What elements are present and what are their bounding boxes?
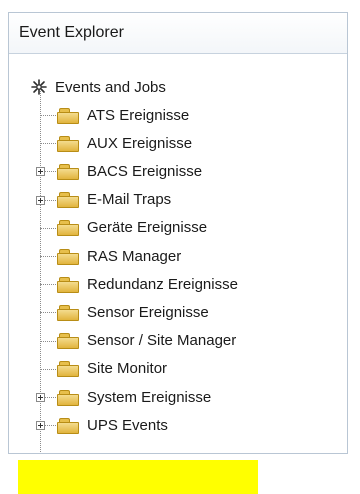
events-jobs-icon: [31, 79, 47, 95]
folder-icon: [57, 163, 79, 180]
folder-icon: [57, 389, 79, 406]
expand-toggle-icon[interactable]: [36, 195, 45, 205]
tree-root-events-and-jobs[interactable]: Events and Jobs: [31, 74, 166, 100]
selection-highlight: [18, 460, 258, 494]
tree-item-label: Geräte Ereignisse: [87, 219, 208, 237]
folder-icon: [57, 107, 79, 124]
tree-item-label: UPS Events: [87, 416, 168, 434]
tree-item[interactable]: Site Monitor: [57, 356, 167, 382]
tree-item[interactable]: BACS Ereignisse: [57, 158, 202, 184]
folder-icon: [57, 192, 79, 209]
folder-icon: [57, 135, 79, 152]
folder-icon: [57, 304, 79, 321]
tree-item[interactable]: System Ereignisse: [57, 384, 211, 410]
tree-item-label: Sensor / Site Manager: [87, 332, 237, 350]
tree-item-label: AUX Ereignisse: [87, 134, 193, 152]
tree-item-label: Site Monitor: [87, 360, 168, 378]
tree-item[interactable]: Sensor Ereignisse: [57, 299, 209, 325]
tree-item-label: Redundanz Ereignisse: [87, 275, 238, 293]
folder-icon: [57, 361, 79, 378]
tree-item-label: ATS Ereignisse: [87, 106, 190, 124]
tree-item-label: RAS Manager: [87, 247, 182, 265]
folder-icon: [57, 276, 79, 293]
tree-item[interactable]: RAS Manager: [57, 243, 181, 269]
event-tree: Events and Jobs ATS Ereignisse AUX Ereign…: [9, 54, 347, 494]
tree-item-label: System Ereignisse: [87, 388, 212, 406]
expand-toggle-icon[interactable]: [36, 421, 45, 431]
tree-item[interactable]: E-Mail Traps: [57, 187, 171, 213]
folder-icon: [57, 417, 79, 434]
tree-item[interactable]: AUX Ereignisse: [57, 130, 192, 156]
tree-item-label: Sensor Ereignisse: [87, 303, 209, 321]
expand-toggle-icon[interactable]: [36, 393, 45, 402]
tree-item-label: BACS Ereignisse: [87, 162, 203, 180]
tree-item[interactable]: Redundanz Ereignisse: [57, 271, 238, 297]
tree-item[interactable]: Geräte Ereignisse: [57, 215, 207, 241]
folder-icon: [57, 220, 79, 237]
event-explorer-panel: Event Explorer Events and Jobs ATS Ereig…: [8, 12, 348, 494]
tree-item[interactable]: UPS Events: [57, 412, 168, 438]
tree-root-label: Events and Jobs: [55, 78, 166, 96]
folder-icon: [57, 333, 79, 350]
tree-item[interactable]: Sensor / Site Manager: [57, 328, 236, 354]
tree-item-label: E-Mail Traps: [87, 191, 172, 209]
panel-title: Event Explorer: [19, 24, 124, 41]
panel-header: Event Explorer: [9, 13, 347, 54]
tree-item[interactable]: ATS Ereignisse: [57, 102, 189, 128]
folder-icon: [57, 248, 79, 265]
expand-toggle-icon[interactable]: [36, 167, 45, 177]
